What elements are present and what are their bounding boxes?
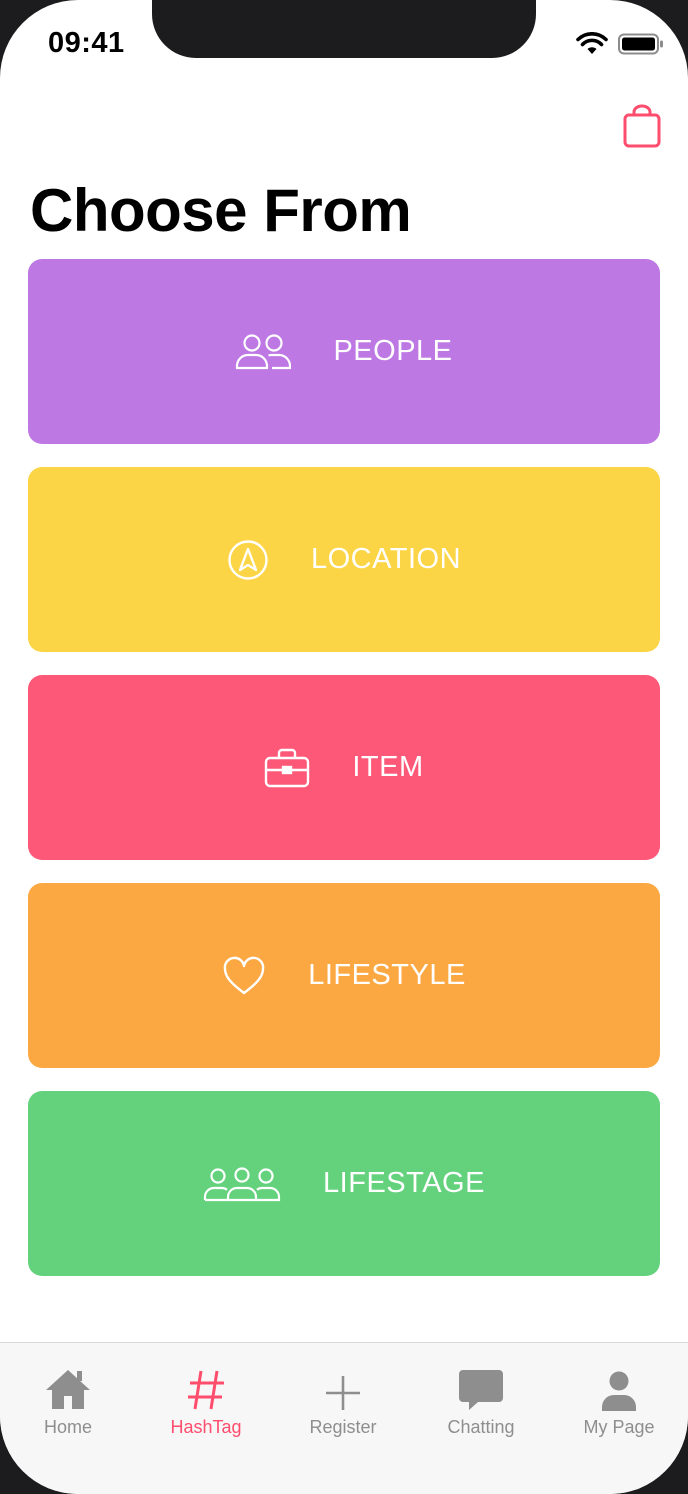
home-icon xyxy=(45,1355,91,1411)
category-card-people[interactable]: PEOPLE xyxy=(28,259,660,444)
category-card-lifestage[interactable]: LIFESTAGE xyxy=(28,1091,660,1276)
device-notch xyxy=(152,0,536,58)
category-card-location[interactable]: LOCATION xyxy=(28,467,660,652)
tab-my-page[interactable]: My Page xyxy=(550,1343,688,1453)
user-icon xyxy=(601,1355,637,1411)
category-label-item: ITEM xyxy=(352,751,424,783)
location-arrow-icon xyxy=(227,539,269,581)
hashtag-icon xyxy=(187,1355,225,1411)
tab-hashtag[interactable]: HashTag xyxy=(137,1343,275,1453)
tab-home[interactable]: Home xyxy=(0,1343,137,1453)
phone-screen: 09:41 Choose From PEOPLE LOCATION ITEM L… xyxy=(0,0,688,1494)
tab-label-register: Register xyxy=(309,1417,377,1437)
bottom-tab-bar: Home HashTag Register Chatting My Page xyxy=(0,1342,688,1494)
shopping-bag-icon[interactable] xyxy=(620,104,664,150)
wifi-icon xyxy=(576,32,608,54)
tab-label-home: Home xyxy=(43,1417,92,1437)
heart-icon xyxy=(222,956,266,996)
people-icon xyxy=(235,333,292,371)
chat-bubble-icon xyxy=(458,1355,504,1411)
category-label-lifestyle: LIFESTYLE xyxy=(308,959,466,991)
tab-register[interactable]: Register xyxy=(274,1343,412,1453)
tab-chatting[interactable]: Chatting xyxy=(412,1343,550,1453)
tab-label-chatting: Chatting xyxy=(447,1417,515,1437)
tab-label-hashtag: HashTag xyxy=(170,1417,242,1437)
status-time: 09:41 xyxy=(48,27,125,59)
category-list: PEOPLE LOCATION ITEM LIFESTYLE LIFESTAGE xyxy=(28,259,660,1299)
battery-icon xyxy=(618,33,663,55)
plus-icon xyxy=(325,1355,361,1411)
category-label-people: PEOPLE xyxy=(333,335,453,367)
group-icon xyxy=(203,1165,281,1203)
category-card-lifestyle[interactable]: LIFESTYLE xyxy=(28,883,660,1068)
category-label-location: LOCATION xyxy=(310,543,462,575)
page-title: Choose From xyxy=(30,177,412,244)
tab-label-my-page: My Page xyxy=(583,1417,655,1437)
briefcase-icon xyxy=(264,748,310,788)
category-card-item[interactable]: ITEM xyxy=(28,675,660,860)
category-label-lifestage: LIFESTAGE xyxy=(323,1167,485,1199)
